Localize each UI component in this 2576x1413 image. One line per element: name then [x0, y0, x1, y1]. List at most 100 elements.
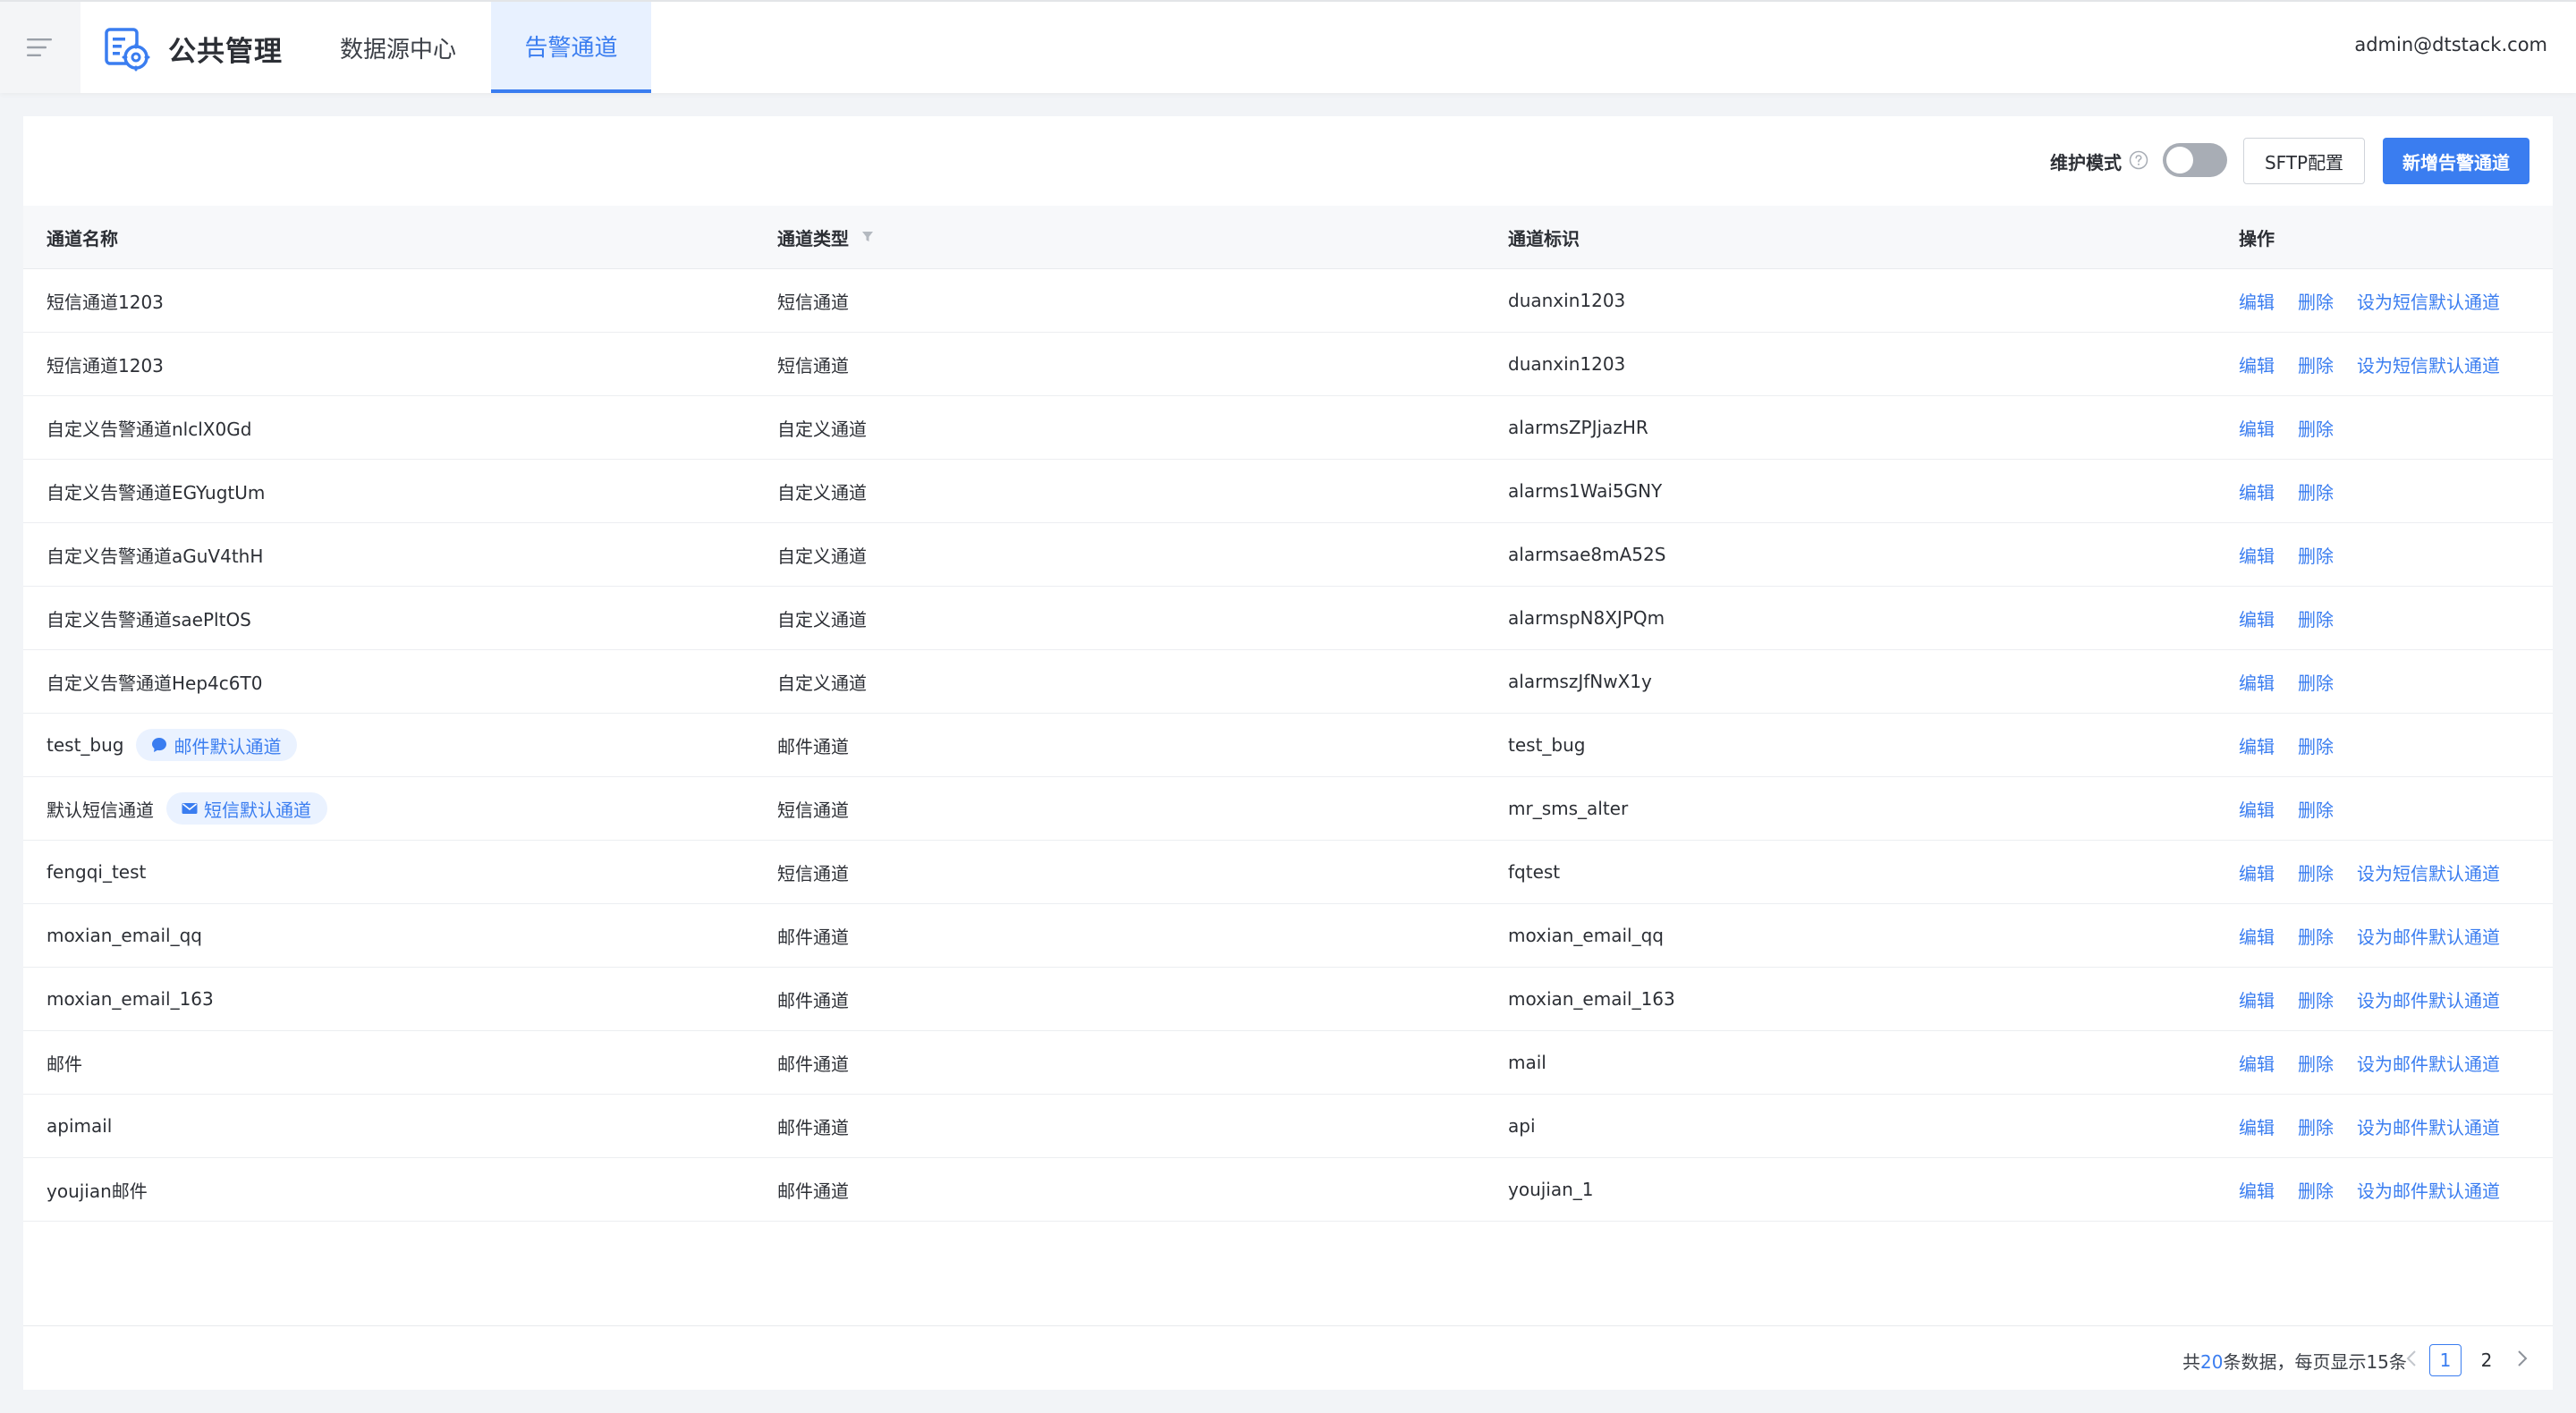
- tab-alarm-channel[interactable]: 告警通道: [491, 2, 651, 93]
- cell-channel-id: alarms1Wai5GNY: [1508, 480, 1663, 502]
- cell-channel-name: 短信通道1203: [47, 333, 164, 395]
- channel-name: test_bug: [47, 734, 124, 756]
- table-row: apimail 邮件通道 api 编辑 删除 设为邮件默认通道: [23, 1095, 2553, 1158]
- sftp-config-button[interactable]: SFTP配置: [2243, 138, 2365, 184]
- set-default-link[interactable]: 设为邮件默认通道: [2357, 1113, 2500, 1139]
- next-page-button[interactable]: [2510, 1346, 2535, 1371]
- channel-name: moxian_email_qq: [47, 925, 202, 946]
- channel-name: apimail: [47, 1115, 113, 1137]
- cell-channel-id: api: [1508, 1115, 1536, 1137]
- cell-channel-name: 自定义告警通道aGuV4thH: [47, 523, 263, 586]
- set-default-link[interactable]: 设为短信默认通道: [2357, 859, 2500, 885]
- cell-channel-type: 邮件通道: [777, 1116, 849, 1138]
- cell-channel-id: fqtest: [1508, 861, 1561, 883]
- edit-link[interactable]: 编辑: [2239, 859, 2275, 885]
- cell-channel-id: alarmsae8mA52S: [1508, 544, 1666, 565]
- cell-actions: 编辑 删除 设为邮件默认通道: [2239, 1031, 2523, 1094]
- cell-channel-name: test_bug 邮件默认通道: [47, 714, 298, 776]
- cell-actions: 编辑 删除 设为邮件默认通道: [2239, 968, 2523, 1030]
- cell-channel-name: apimail: [47, 1095, 112, 1157]
- add-alarm-channel-button[interactable]: 新增告警通道: [2383, 138, 2529, 184]
- set-default-link[interactable]: 设为邮件默认通道: [2357, 1050, 2500, 1076]
- cell-actions: 编辑 删除: [2239, 650, 2357, 713]
- prev-page-button[interactable]: [2399, 1346, 2424, 1371]
- maintenance-mode-label: 维护模式: [2050, 152, 2122, 173]
- delete-link[interactable]: 删除: [2298, 986, 2334, 1012]
- alarm-channel-table: 通道名称 通道类型 通道标识 操作 短信通道1203 短信通道 duanxin120…: [23, 206, 2553, 1222]
- table-row: 默认短信通道 短信默认通道 短信通道 mr_sms_alter 编辑 删除: [23, 777, 2553, 841]
- cell-channel-name: 自定义告警通道nlclX0Gd: [47, 396, 251, 459]
- page-2-button[interactable]: 2: [2470, 1344, 2503, 1376]
- cell-channel-name: 自定义告警通道saePltOS: [47, 587, 251, 649]
- hamburger-menu-icon: [27, 38, 52, 56]
- cell-actions: 编辑 删除: [2239, 714, 2357, 776]
- delete-link[interactable]: 删除: [2298, 542, 2334, 568]
- channel-name: 自定义告警通道Hep4c6T0: [47, 672, 263, 694]
- edit-link[interactable]: 编辑: [2239, 1177, 2275, 1203]
- default-channel-badge-label: 短信默认通道: [204, 799, 311, 821]
- edit-link[interactable]: 编辑: [2239, 605, 2275, 631]
- column-header-actions: 操作: [2239, 227, 2275, 250]
- edit-link[interactable]: 编辑: [2239, 796, 2275, 822]
- cell-actions: 编辑 删除 设为短信默认通道: [2239, 333, 2523, 395]
- page-1-button[interactable]: 1: [2429, 1344, 2462, 1376]
- set-default-link[interactable]: 设为邮件默认通道: [2357, 986, 2500, 1012]
- delete-link[interactable]: 删除: [2298, 415, 2334, 441]
- cell-channel-type: 自定义通道: [777, 608, 867, 630]
- edit-link[interactable]: 编辑: [2239, 351, 2275, 377]
- cell-actions: 编辑 删除: [2239, 523, 2357, 586]
- delete-link[interactable]: 删除: [2298, 923, 2334, 949]
- delete-link[interactable]: 删除: [2298, 288, 2334, 314]
- delete-link[interactable]: 删除: [2298, 796, 2334, 822]
- tab-datasource-center[interactable]: 数据源中心: [326, 2, 470, 93]
- delete-link[interactable]: 删除: [2298, 732, 2334, 758]
- table-header: 通道名称 通道类型 通道标识 操作: [23, 206, 2553, 269]
- cell-channel-type: 短信通道: [777, 862, 849, 884]
- edit-link[interactable]: 编辑: [2239, 478, 2275, 504]
- delete-link[interactable]: 删除: [2298, 478, 2334, 504]
- maintenance-mode-switch[interactable]: [2163, 143, 2227, 177]
- set-default-link[interactable]: 设为短信默认通道: [2357, 288, 2500, 314]
- chevron-right-icon: [2518, 1350, 2528, 1366]
- delete-link[interactable]: 删除: [2298, 1113, 2334, 1139]
- delete-link[interactable]: 删除: [2298, 605, 2334, 631]
- delete-link[interactable]: 删除: [2298, 1177, 2334, 1203]
- cell-channel-id: moxian_email_qq: [1508, 925, 1664, 946]
- edit-link[interactable]: 编辑: [2239, 1050, 2275, 1076]
- edit-link[interactable]: 编辑: [2239, 288, 2275, 314]
- edit-link[interactable]: 编辑: [2239, 669, 2275, 695]
- set-default-link[interactable]: 设为短信默认通道: [2357, 351, 2500, 377]
- edit-link[interactable]: 编辑: [2239, 542, 2275, 568]
- channel-name: 自定义告警通道aGuV4thH: [47, 545, 264, 567]
- set-default-link[interactable]: 设为邮件默认通道: [2357, 1177, 2500, 1203]
- total-prefix: 共: [2182, 1351, 2200, 1373]
- edit-link[interactable]: 编辑: [2239, 732, 2275, 758]
- default-channel-badge: 邮件默认通道: [136, 729, 298, 761]
- delete-link[interactable]: 删除: [2298, 351, 2334, 377]
- brand-title: 公共管理: [168, 35, 283, 68]
- delete-link[interactable]: 删除: [2298, 669, 2334, 695]
- cell-channel-id: duanxin1203: [1508, 353, 1626, 375]
- cell-channel-name: youjian邮件: [47, 1158, 148, 1221]
- user-account[interactable]: admin@dtstack.com: [2354, 34, 2547, 55]
- edit-link[interactable]: 编辑: [2239, 1113, 2275, 1139]
- cell-actions: 编辑 删除: [2239, 777, 2357, 840]
- table-row: moxian_email_qq 邮件通道 moxian_email_qq 编辑 删除 设为…: [23, 904, 2553, 968]
- delete-link[interactable]: 删除: [2298, 1050, 2334, 1076]
- cell-channel-name: 邮件: [47, 1031, 82, 1094]
- default-channel-badge: 短信默认通道: [166, 792, 327, 825]
- menu-toggle-button[interactable]: [0, 2, 80, 93]
- envelope-icon: [182, 803, 198, 814]
- filter-icon[interactable]: [861, 231, 874, 243]
- question-help-icon[interactable]: [2129, 150, 2148, 170]
- edit-link[interactable]: 编辑: [2239, 415, 2275, 441]
- total-suffix: 条数据，每页显示15条: [2223, 1351, 2407, 1373]
- set-default-link[interactable]: 设为邮件默认通道: [2357, 923, 2500, 949]
- default-channel-badge-label: 邮件默认通道: [174, 735, 282, 757]
- column-header-channel-type: 通道类型: [777, 206, 874, 268]
- table-row: 自定义告警通道Hep4c6T0 自定义通道 alarmszJfNwX1y 编辑 删除: [23, 650, 2553, 714]
- edit-link[interactable]: 编辑: [2239, 986, 2275, 1012]
- edit-link[interactable]: 编辑: [2239, 923, 2275, 949]
- delete-link[interactable]: 删除: [2298, 859, 2334, 885]
- table-row: 自定义告警通道aGuV4thH 自定义通道 alarmsae8mA52S 编辑 删除: [23, 523, 2553, 587]
